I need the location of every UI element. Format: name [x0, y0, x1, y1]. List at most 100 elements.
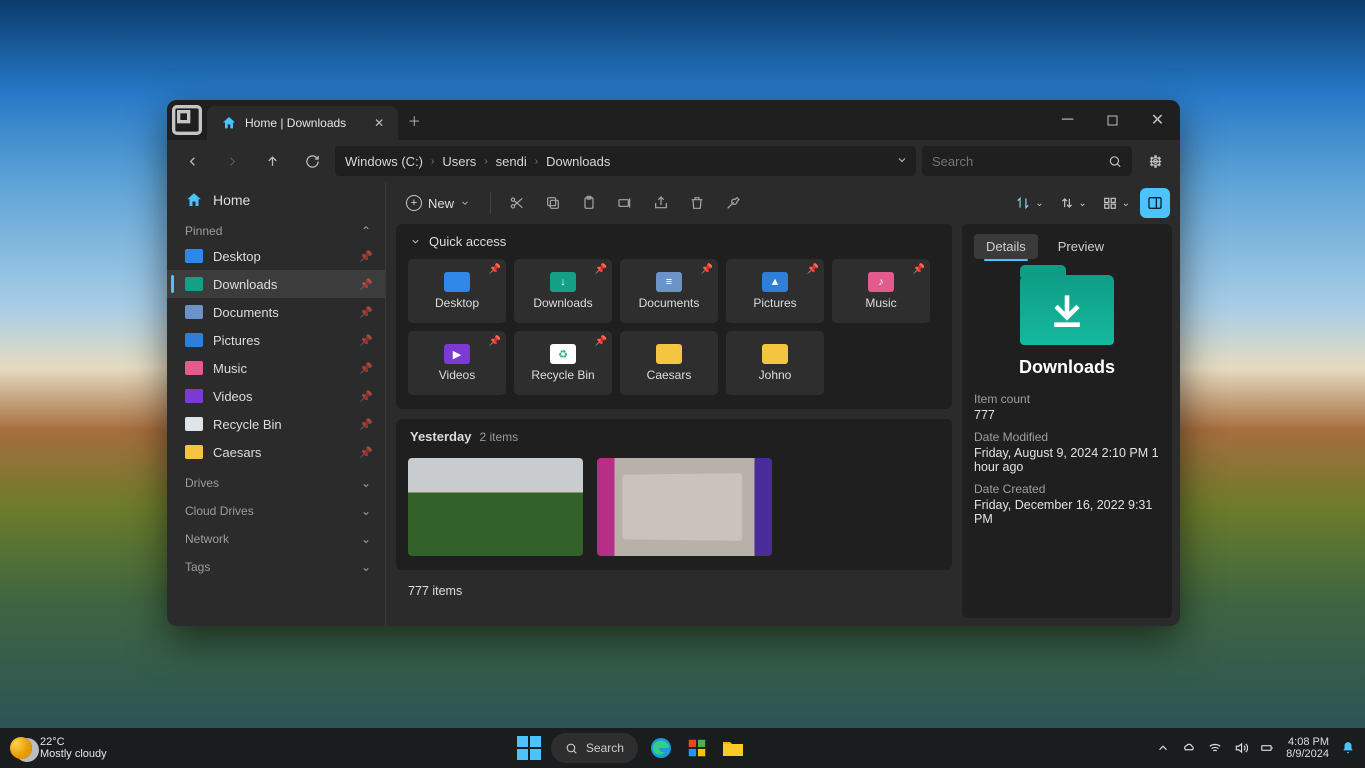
- notifications-icon[interactable]: [1341, 741, 1355, 755]
- crumb[interactable]: sendi: [496, 154, 527, 169]
- delete-button[interactable]: [681, 188, 713, 218]
- quick-access-caesars[interactable]: Caesars: [620, 331, 718, 395]
- pin-icon: 📌: [359, 334, 373, 347]
- group-header[interactable]: Yesterday 2 items: [410, 429, 940, 444]
- copy-button[interactable]: [537, 188, 569, 218]
- quick-access-music[interactable]: 📌♪Music: [832, 259, 930, 323]
- chevron-down-icon: ⌄: [361, 476, 371, 490]
- settings-button[interactable]: [1138, 146, 1172, 176]
- weather-icon: [10, 737, 32, 759]
- folder-icon: ≡: [656, 272, 682, 292]
- paste-button[interactable]: [573, 188, 605, 218]
- search-input[interactable]: [932, 154, 1108, 169]
- system-tray[interactable]: 4:08 PM8/9/2024: [1146, 736, 1365, 760]
- toolbar: + New ⌄ ⌄ ⌄: [386, 182, 1180, 224]
- quick-access-pictures[interactable]: 📌▲Pictures: [726, 259, 824, 323]
- maximize-button[interactable]: [1090, 100, 1135, 140]
- folder-icon: ▶: [444, 344, 470, 364]
- quick-access-documents[interactable]: 📌≡Documents: [620, 259, 718, 323]
- wifi-icon[interactable]: [1208, 741, 1222, 755]
- sidebar-item-downloads[interactable]: Downloads📌: [167, 270, 385, 298]
- sidebar-item-videos[interactable]: Videos📌: [167, 382, 385, 410]
- search-icon: [565, 742, 578, 755]
- quick-access-johno[interactable]: Johno: [726, 331, 824, 395]
- taskbar-search[interactable]: Search: [551, 733, 638, 763]
- share-icon: [653, 195, 669, 211]
- quick-access-videos[interactable]: 📌▶Videos: [408, 331, 506, 395]
- pin-icon: 📌: [359, 446, 373, 459]
- new-tab-button[interactable]: ＋: [398, 111, 430, 130]
- pinned-header[interactable]: Pinned⌃: [167, 214, 385, 242]
- minimize-button[interactable]: ─: [1045, 100, 1090, 140]
- cut-button[interactable]: [501, 188, 533, 218]
- trash-icon: [689, 195, 705, 211]
- details-pane-toggle[interactable]: [1140, 188, 1170, 218]
- sort-button[interactable]: ⌄: [1010, 188, 1049, 218]
- detail-label: Date Created: [974, 482, 1160, 496]
- details-title: Downloads: [1019, 357, 1115, 378]
- pin-icon: 📌: [807, 264, 819, 275]
- file-thumbnail[interactable]: [408, 458, 583, 556]
- sidebar-item-caesars[interactable]: Caesars📌: [167, 438, 385, 466]
- pin-icon: 📌: [489, 336, 501, 347]
- quick-access-downloads[interactable]: 📌↓Downloads: [514, 259, 612, 323]
- tab-preview[interactable]: Preview: [1046, 234, 1116, 259]
- search-box[interactable]: [922, 146, 1132, 176]
- start-button[interactable]: [517, 736, 541, 760]
- chevron-up-icon[interactable]: [1156, 741, 1170, 755]
- nav-up-button[interactable]: [255, 146, 289, 176]
- sidebar-section-network[interactable]: Network⌄: [167, 522, 385, 550]
- folder-icon: [444, 272, 470, 292]
- explorer-app-icon[interactable]: [720, 735, 746, 761]
- weather-widget[interactable]: 22°CMostly cloudy: [0, 736, 117, 760]
- crumb[interactable]: Windows (C:): [345, 154, 423, 169]
- sidebar-item-music[interactable]: Music📌: [167, 354, 385, 382]
- scissors-icon: [509, 195, 525, 211]
- folder-icon: [185, 333, 203, 347]
- quick-access-desktop[interactable]: 📌Desktop: [408, 259, 506, 323]
- folder-icon: [656, 344, 682, 364]
- properties-button[interactable]: [717, 188, 749, 218]
- battery-icon[interactable]: [1260, 741, 1274, 755]
- close-tab-button[interactable]: ✕: [374, 116, 384, 130]
- address-dropdown-icon[interactable]: [896, 154, 908, 169]
- nav-back-button[interactable]: [175, 146, 209, 176]
- clock[interactable]: 4:08 PM8/9/2024: [1286, 736, 1329, 760]
- quick-access-recycle-bin[interactable]: 📌♻Recycle Bin: [514, 331, 612, 395]
- layout-button[interactable]: ⌄: [1097, 188, 1136, 218]
- pin-icon: 📌: [701, 264, 713, 275]
- folder-icon: ♪: [868, 272, 894, 292]
- chevron-down-icon: [410, 236, 421, 247]
- edge-app-icon[interactable]: [648, 735, 674, 761]
- chevron-down-icon: ⌄: [361, 532, 371, 546]
- sidebar-section-cloud-drives[interactable]: Cloud Drives⌄: [167, 494, 385, 522]
- pin-icon: 📌: [359, 390, 373, 403]
- close-window-button[interactable]: ✕: [1135, 100, 1180, 140]
- share-button[interactable]: [645, 188, 677, 218]
- tab-details[interactable]: Details: [974, 234, 1038, 259]
- nav-refresh-button[interactable]: [295, 146, 329, 176]
- sidebar-item-desktop[interactable]: Desktop📌: [167, 242, 385, 270]
- volume-icon[interactable]: [1234, 741, 1248, 755]
- tab-active[interactable]: Home | Downloads ✕: [207, 106, 398, 140]
- group-button[interactable]: ⌄: [1054, 188, 1093, 218]
- file-thumbnail[interactable]: [597, 458, 772, 556]
- quick-access-header[interactable]: Quick access: [410, 234, 940, 249]
- sidebar-item-recycle-bin[interactable]: Recycle Bin📌: [167, 410, 385, 438]
- rename-button[interactable]: [609, 188, 641, 218]
- sidebar-home[interactable]: Home: [167, 186, 385, 214]
- sidebar-item-documents[interactable]: Documents📌: [167, 298, 385, 326]
- crumb[interactable]: Downloads: [546, 154, 610, 169]
- crumb[interactable]: Users: [442, 154, 476, 169]
- detail-value: 777: [974, 408, 1160, 422]
- sidebar-section-drives[interactable]: Drives⌄: [167, 466, 385, 494]
- tabs-overview-button[interactable]: [167, 100, 207, 140]
- address-bar[interactable]: Windows (C:)› Users› sendi› Downloads: [335, 146, 916, 176]
- sidebar-section-tags[interactable]: Tags⌄: [167, 550, 385, 578]
- copilot-app-icon[interactable]: [684, 735, 710, 761]
- sidebar-item-pictures[interactable]: Pictures📌: [167, 326, 385, 354]
- clipboard-icon: [581, 195, 597, 211]
- nav-forward-button[interactable]: [215, 146, 249, 176]
- onedrive-icon[interactable]: [1182, 741, 1196, 755]
- new-button[interactable]: + New: [396, 188, 480, 218]
